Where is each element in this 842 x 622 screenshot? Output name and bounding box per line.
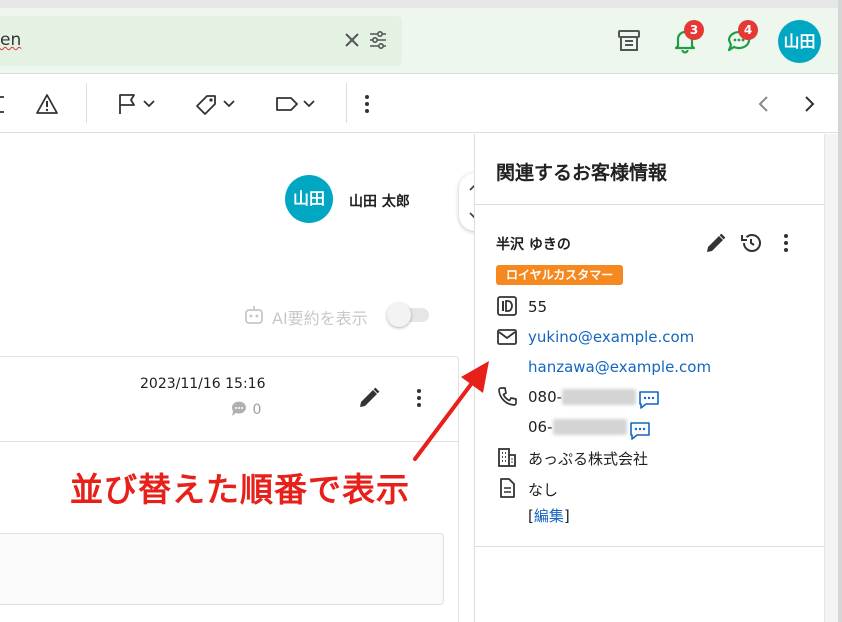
annotation-arrow bbox=[413, 361, 489, 461]
warning-icon[interactable] bbox=[35, 92, 59, 116]
redacted-number bbox=[552, 419, 627, 435]
customer-tag: ロイヤルカスタマー bbox=[496, 265, 624, 285]
comment-count-value: 0 bbox=[252, 402, 262, 418]
chat-badge: 4 bbox=[738, 20, 758, 40]
more-vert-icon[interactable] bbox=[361, 92, 373, 116]
chevron-left-icon[interactable] bbox=[754, 92, 774, 116]
window-edge bbox=[838, 0, 842, 622]
customer-name: 半沢 ゆきの bbox=[496, 237, 571, 253]
notifications-badge: 3 bbox=[684, 20, 704, 40]
panel-divider bbox=[475, 546, 824, 547]
chevron-right-icon[interactable] bbox=[799, 92, 819, 116]
author-name: 山田 太郎 bbox=[349, 194, 410, 210]
message-body-box bbox=[0, 533, 444, 605]
customer-edit-link[interactable]: 編集 bbox=[534, 507, 564, 525]
customer-email-1[interactable]: yukino@example.com bbox=[528, 328, 694, 346]
customer-info-panel: 関連するお客様情報 半沢 ゆきの ロイヤルカスタマー 55 yukino@exa… bbox=[474, 134, 824, 622]
sms-icon[interactable] bbox=[638, 390, 660, 410]
customer-edit-link-wrap: [編集] bbox=[528, 507, 570, 525]
action-toolbar bbox=[0, 75, 838, 133]
ai-summary-toggle-thumb[interactable] bbox=[387, 303, 411, 327]
filter-sliders-icon[interactable] bbox=[368, 29, 388, 51]
robot-icon bbox=[245, 306, 263, 324]
panel-divider bbox=[475, 204, 824, 205]
ai-summary-label: AI要約を表示 bbox=[272, 309, 368, 328]
comment-count[interactable]: 0 bbox=[230, 400, 261, 418]
panel-scrollbar[interactable] bbox=[824, 134, 838, 622]
document-icon bbox=[500, 478, 515, 498]
customer-note: なし bbox=[528, 481, 559, 499]
window-title-strip bbox=[0, 0, 838, 8]
search-input[interactable]: en bbox=[0, 30, 21, 50]
search-box[interactable]: en bbox=[0, 16, 402, 66]
toolbar-divider bbox=[346, 83, 347, 123]
more-vert-icon[interactable] bbox=[780, 231, 792, 255]
history-icon[interactable] bbox=[739, 231, 763, 255]
conversation-pane: 山田 山田 太郎 AI要約を表示 2023/11/16 15:16 0 bbox=[0, 134, 474, 622]
user-avatar[interactable]: 山田 bbox=[778, 20, 821, 63]
edit-icon[interactable] bbox=[704, 231, 728, 255]
trash-icon[interactable] bbox=[0, 92, 8, 116]
building-icon bbox=[498, 448, 516, 467]
comment-icon bbox=[231, 401, 246, 416]
tag-icon[interactable] bbox=[194, 92, 238, 116]
panel-title: 関連するお客様情報 bbox=[496, 162, 668, 184]
id-card-icon bbox=[497, 296, 517, 316]
customer-id: 55 bbox=[528, 298, 548, 316]
label-icon[interactable] bbox=[274, 92, 318, 116]
sms-icon[interactable] bbox=[629, 421, 651, 441]
mail-icon bbox=[497, 329, 517, 345]
phone-icon bbox=[498, 387, 517, 406]
author-avatar: 山田 bbox=[285, 175, 333, 223]
annotation-text: 並び替えた順番で表示 bbox=[70, 470, 410, 509]
customer-email-2[interactable]: hanzawa@example.com bbox=[528, 358, 711, 376]
customer-phone-1: 080- bbox=[528, 388, 637, 406]
top-bar: en 3 4 山田 bbox=[0, 0, 838, 74]
toolbar-divider bbox=[86, 83, 87, 123]
message-date: 2023/11/16 15:16 bbox=[140, 376, 266, 392]
customer-company: あっぷる株式会社 bbox=[528, 450, 649, 468]
flag-icon[interactable] bbox=[116, 92, 158, 116]
message-divider bbox=[0, 441, 458, 442]
edit-icon[interactable] bbox=[356, 385, 382, 411]
close-icon[interactable] bbox=[342, 28, 362, 52]
archive-icon[interactable] bbox=[615, 27, 643, 55]
redacted-number bbox=[562, 389, 637, 405]
customer-phone-2: 06- bbox=[528, 418, 627, 436]
